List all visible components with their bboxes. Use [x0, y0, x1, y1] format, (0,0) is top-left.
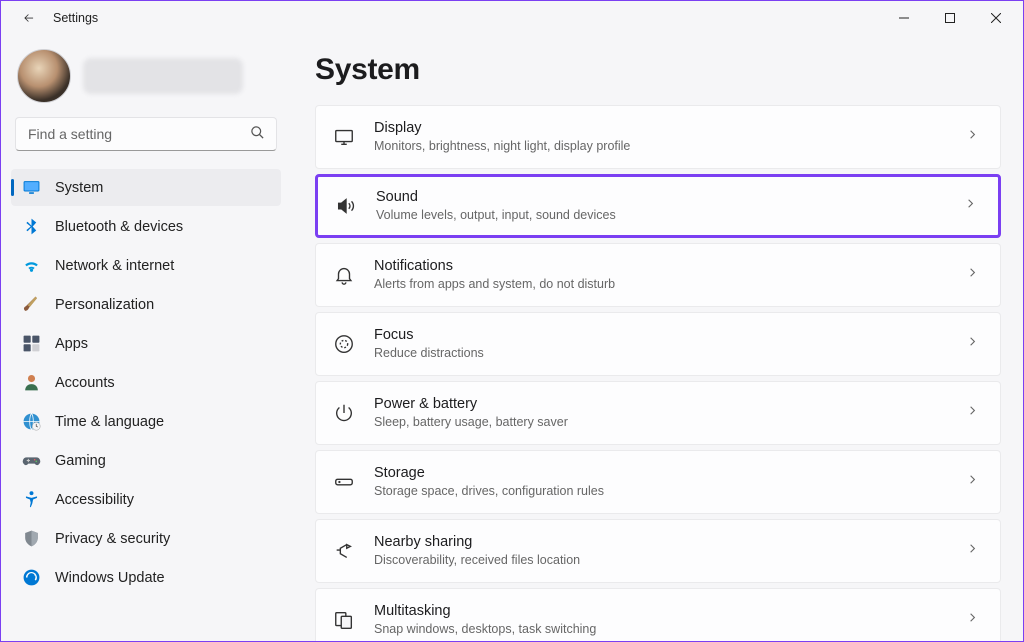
share-icon [330, 537, 358, 565]
settings-card-sound[interactable]: SoundVolume levels, output, input, sound… [315, 174, 1001, 238]
chevron-right-icon [965, 472, 980, 492]
close-button[interactable] [973, 2, 1019, 34]
settings-card-storage[interactable]: StorageStorage space, drives, configurat… [315, 450, 1001, 514]
card-title: Storage [374, 464, 965, 483]
storage-icon [330, 468, 358, 496]
sidebar-item-bluetooth[interactable]: Bluetooth & devices [11, 208, 281, 245]
settings-card-display[interactable]: DisplayMonitors, brightness, night light… [315, 105, 1001, 169]
card-title: Notifications [374, 257, 965, 276]
sidebar-item-label: Privacy & security [55, 531, 170, 547]
search-input[interactable] [15, 117, 277, 151]
sidebar-item-label: Time & language [55, 414, 164, 430]
chevron-right-icon [963, 196, 978, 216]
sidebar-item-label: Accessibility [55, 492, 134, 508]
sidebar-item-accounts[interactable]: Accounts [11, 364, 281, 401]
nav-list: System Bluetooth & devices Network & inter… [11, 163, 281, 596]
card-title: Sound [376, 188, 963, 207]
sidebar-item-network[interactable]: Network & internet [11, 247, 281, 284]
sidebar-item-privacy[interactable]: Privacy & security [11, 520, 281, 557]
settings-card-multitasking[interactable]: MultitaskingSnap windows, desktops, task… [315, 588, 1001, 641]
sidebar-item-gaming[interactable]: Gaming [11, 442, 281, 479]
person-icon [21, 373, 41, 393]
update-icon [21, 568, 41, 588]
user-profile[interactable] [11, 43, 281, 117]
card-subtitle: Alerts from apps and system, do not dist… [374, 276, 965, 292]
chevron-right-icon [965, 334, 980, 354]
chevron-right-icon [965, 541, 980, 561]
gamepad-icon [21, 451, 41, 471]
speaker-icon [332, 192, 360, 220]
card-subtitle: Snap windows, desktops, task switching [374, 621, 965, 637]
card-subtitle: Storage space, drives, configuration rul… [374, 483, 965, 499]
card-title: Nearby sharing [374, 533, 965, 552]
sidebar-item-label: Bluetooth & devices [55, 219, 183, 235]
search-icon [250, 125, 265, 145]
title-bar: Settings [1, 1, 1023, 35]
globe-icon [21, 412, 41, 432]
card-subtitle: Reduce distractions [374, 345, 965, 361]
maximize-button[interactable] [927, 2, 973, 34]
card-title: Multitasking [374, 602, 965, 621]
settings-card-notifications[interactable]: NotificationsAlerts from apps and system… [315, 243, 1001, 307]
sidebar-item-apps[interactable]: Apps [11, 325, 281, 362]
card-title: Power & battery [374, 395, 965, 414]
chevron-right-icon [965, 127, 980, 147]
focus-icon [330, 330, 358, 358]
window-controls [881, 2, 1019, 34]
sidebar-item-label: Windows Update [55, 570, 165, 586]
sidebar-item-label: Personalization [55, 297, 154, 313]
sidebar-item-personalization[interactable]: Personalization [11, 286, 281, 323]
shield-icon [21, 529, 41, 549]
back-button[interactable] [15, 4, 43, 32]
accessibility-icon [21, 490, 41, 510]
sidebar-item-time[interactable]: Time & language [11, 403, 281, 440]
card-subtitle: Discoverability, received files location [374, 552, 965, 568]
chevron-right-icon [965, 403, 980, 423]
sidebar-item-label: Gaming [55, 453, 106, 469]
monitor-icon [330, 123, 358, 151]
brush-icon [21, 295, 41, 315]
display-icon [21, 178, 41, 198]
settings-card-focus[interactable]: FocusReduce distractions [315, 312, 1001, 376]
multitask-icon [330, 606, 358, 634]
avatar [17, 49, 71, 103]
sidebar: System Bluetooth & devices Network & inter… [1, 35, 291, 641]
settings-card-power[interactable]: Power & batterySleep, battery usage, bat… [315, 381, 1001, 445]
main-content: System DisplayMonitors, brightness, nigh… [291, 35, 1023, 641]
apps-icon [21, 334, 41, 354]
chevron-right-icon [965, 610, 980, 630]
wifi-icon [21, 256, 41, 276]
card-subtitle: Monitors, brightness, night light, displ… [374, 138, 965, 154]
sidebar-item-accessibility[interactable]: Accessibility [11, 481, 281, 518]
sidebar-item-label: Network & internet [55, 258, 174, 274]
sidebar-item-update[interactable]: Windows Update [11, 559, 281, 596]
card-subtitle: Sleep, battery usage, battery saver [374, 414, 965, 430]
card-subtitle: Volume levels, output, input, sound devi… [376, 207, 963, 223]
sidebar-item-label: Accounts [55, 375, 115, 391]
card-title: Focus [374, 326, 965, 345]
settings-card-nearby[interactable]: Nearby sharingDiscoverability, received … [315, 519, 1001, 583]
sidebar-item-label: System [55, 180, 103, 196]
minimize-button[interactable] [881, 2, 927, 34]
page-title: System [315, 53, 1001, 87]
sidebar-item-label: Apps [55, 336, 88, 352]
bell-icon [330, 261, 358, 289]
card-title: Display [374, 119, 965, 138]
bluetooth-icon [21, 217, 41, 237]
power-icon [330, 399, 358, 427]
chevron-right-icon [965, 265, 980, 285]
user-name-redacted [83, 58, 243, 94]
sidebar-item-system[interactable]: System [11, 169, 281, 206]
window-title: Settings [53, 11, 98, 25]
